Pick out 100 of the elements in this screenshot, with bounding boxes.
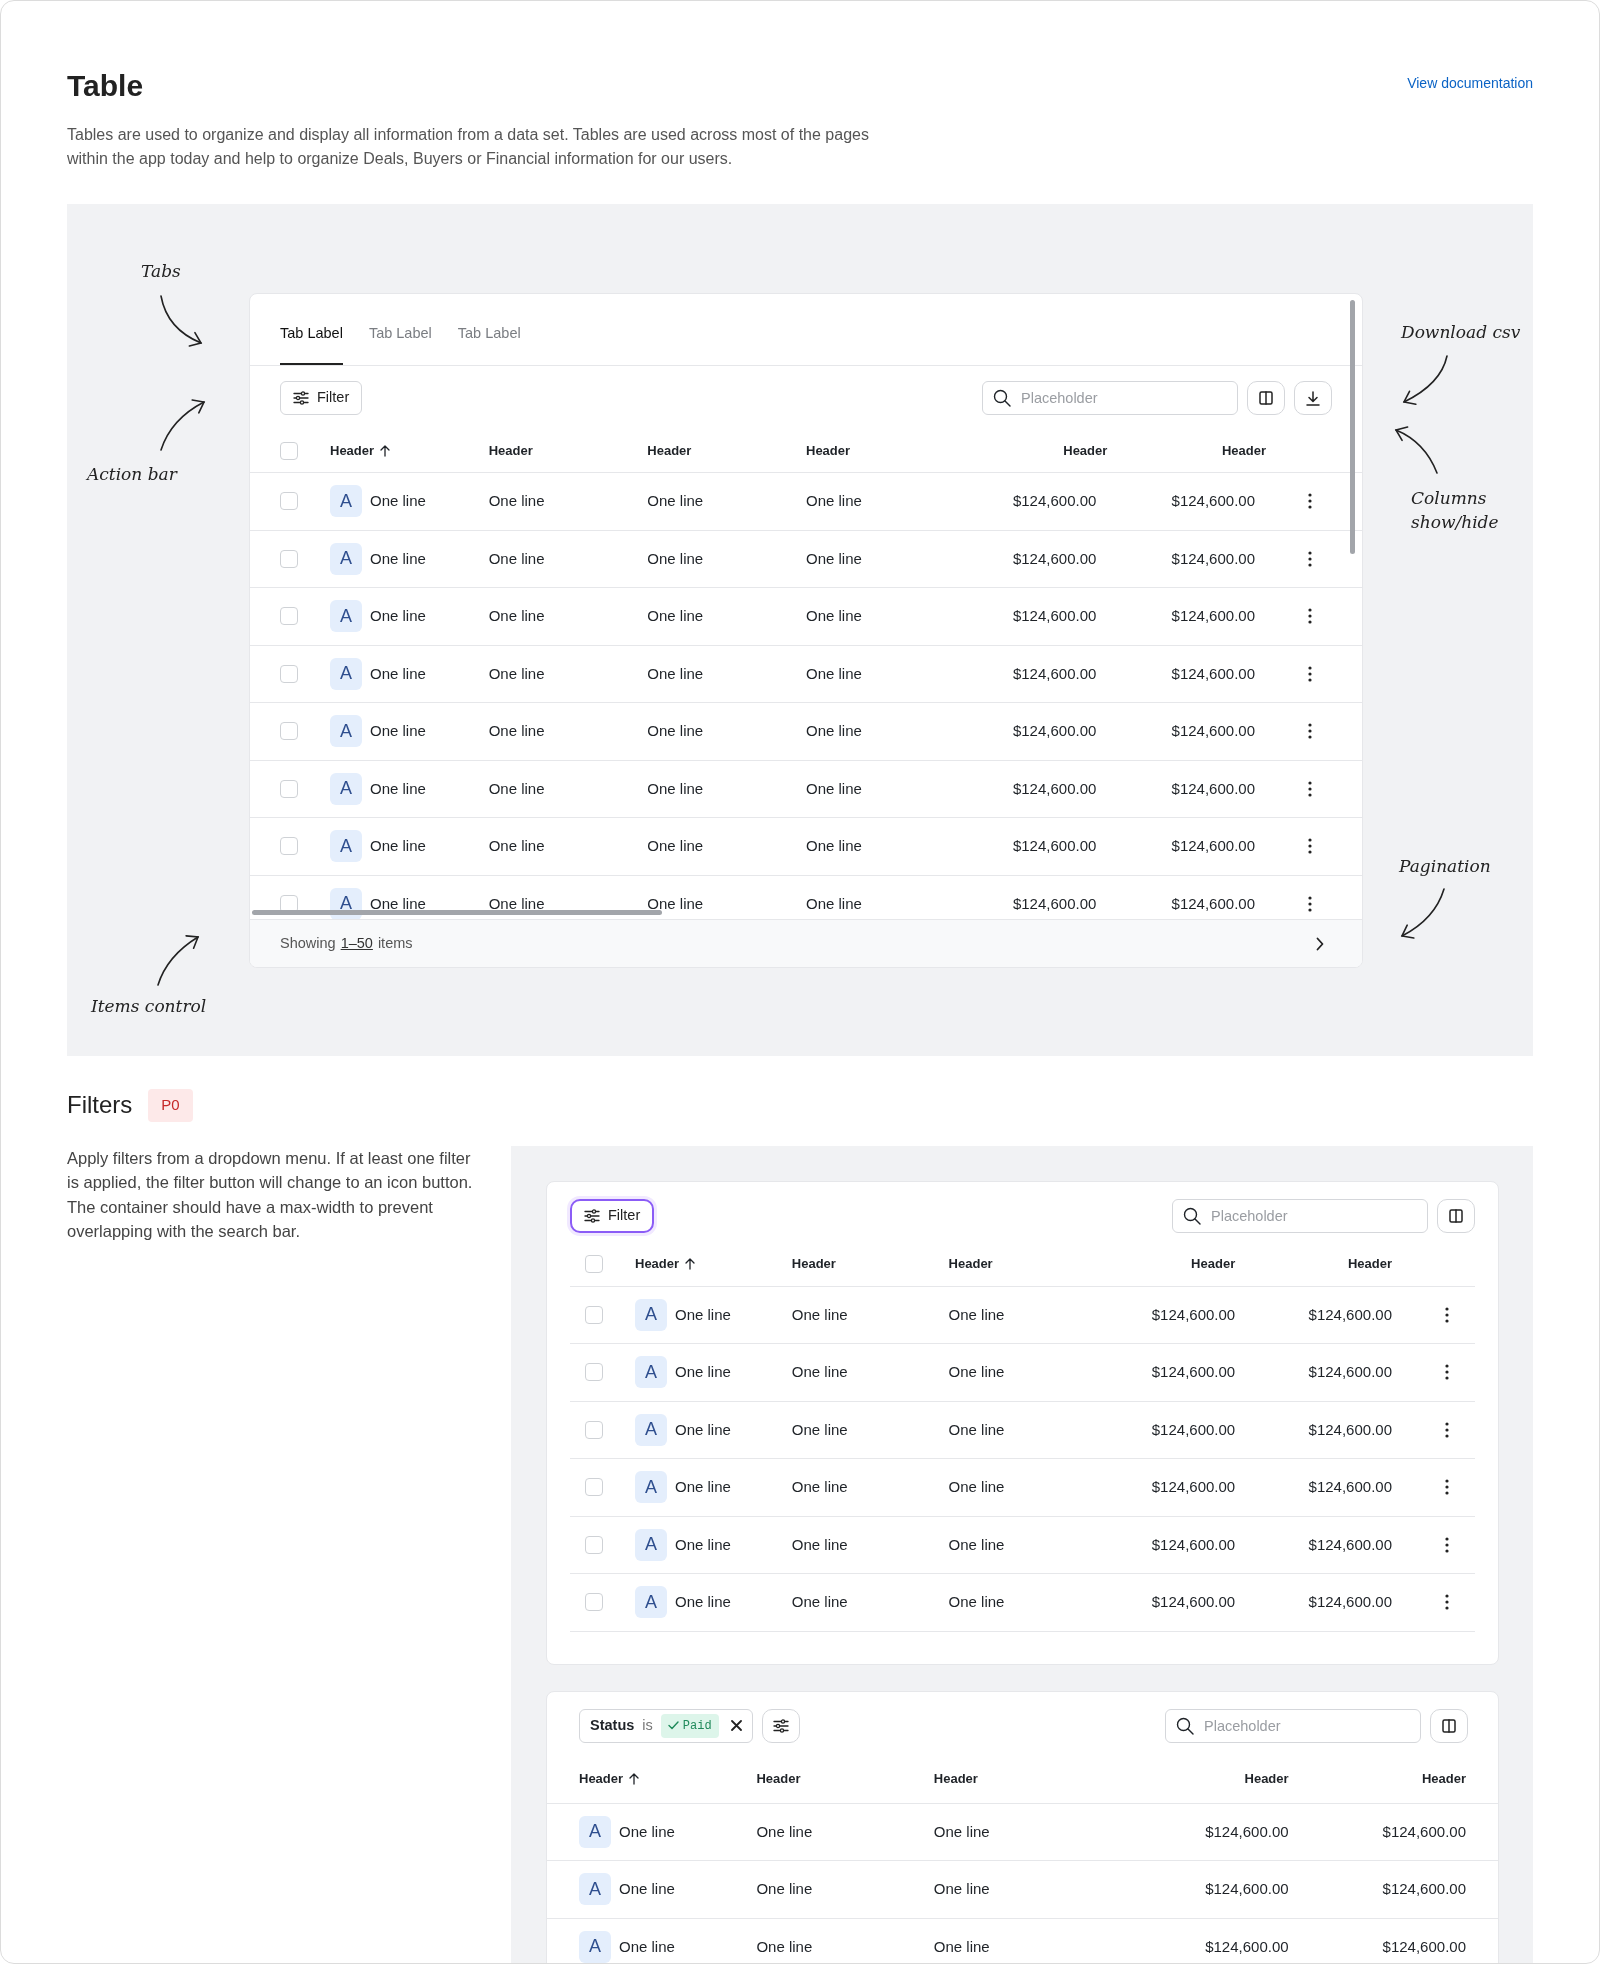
columns-button[interactable] (1247, 381, 1285, 415)
tab[interactable]: Tab Label (457, 323, 521, 365)
column-header[interactable]: Header (933, 1769, 978, 1789)
priority-badge: P0 (148, 1089, 193, 1122)
checkbox[interactable] (585, 1255, 603, 1273)
annotation: Pagination (1399, 855, 1492, 878)
checkbox[interactable] (585, 1420, 603, 1439)
table-cell-text: One line (647, 836, 704, 856)
checkbox[interactable] (280, 549, 298, 568)
scrollbar[interactable] (252, 910, 662, 915)
column-header[interactable]: Header (1191, 1254, 1236, 1274)
table-cell-text: $124,600.00 (1171, 893, 1255, 914)
table-cell-text: One line (370, 893, 426, 914)
table-cell-text: One line (756, 1821, 813, 1842)
checkbox[interactable] (280, 664, 298, 683)
avatar: A (579, 1873, 611, 1906)
table-cell-text: $124,600.00 (1012, 548, 1097, 569)
table-cell-text: One line (806, 778, 862, 799)
table-cell-text: $124,600.00 (1171, 721, 1255, 741)
table-cell-text: $124,600.00 (1151, 1304, 1236, 1325)
check-icon (667, 1721, 679, 1730)
checkbox[interactable] (280, 837, 298, 856)
page-title: Table (67, 68, 144, 104)
checkbox[interactable] (585, 1593, 603, 1612)
checkbox[interactable] (280, 779, 298, 798)
table-cell-text: $124,600.00 (1171, 606, 1255, 626)
checkbox[interactable] (585, 1535, 603, 1554)
column-header[interactable]: Header (1421, 1769, 1466, 1789)
annotation-arrow (1394, 426, 1438, 474)
sort-arrow-icon (380, 444, 391, 457)
sliders-icon (584, 1208, 600, 1223)
column-header[interactable]: Header (647, 440, 692, 461)
search-field[interactable]: Placeholder (982, 381, 1238, 415)
checkbox[interactable] (585, 1363, 603, 1382)
table-cell-text: One line (806, 548, 862, 569)
column-header[interactable]: Header (791, 1254, 836, 1274)
search-icon (1176, 1716, 1194, 1735)
avatar: A (635, 1586, 667, 1619)
table-cell-text: One line (488, 836, 545, 856)
tab[interactable]: Tab Label (280, 323, 343, 365)
search-field[interactable]: Placeholder (1172, 1198, 1428, 1233)
table-cell-text: $124,600.00 (1151, 1592, 1236, 1612)
table-cell-text: $124,600.00 (1171, 836, 1255, 856)
scrollbar[interactable] (1350, 300, 1355, 554)
table-cell-text: $124,600.00 (1171, 491, 1255, 511)
kebab-icon (1308, 493, 1312, 510)
table-cell-text: One line (948, 1304, 1005, 1325)
columns-button[interactable] (1430, 1708, 1468, 1743)
documentation-link[interactable]: View documentation (1407, 73, 1533, 94)
kebab-icon (1445, 1306, 1449, 1323)
table-cell-text: $124,600.00 (1205, 1821, 1289, 1842)
column-header[interactable]: Header (635, 1254, 680, 1274)
table-cell-text: One line (948, 1477, 1005, 1497)
columns-button[interactable] (1437, 1198, 1475, 1233)
search-icon (1183, 1206, 1201, 1225)
column-header[interactable]: Header (1244, 1769, 1289, 1789)
filter-button[interactable]: Filter (280, 381, 363, 415)
table-cell-text: One line (791, 1592, 848, 1612)
search-icon (993, 389, 1011, 407)
search-field[interactable]: Placeholder (1165, 1708, 1421, 1743)
checkbox[interactable] (280, 722, 298, 741)
filter-button[interactable] (761, 1708, 800, 1743)
checkbox[interactable] (585, 1478, 603, 1497)
table-cell-text: $124,600.00 (1012, 606, 1097, 626)
table-cell-text: One line (619, 1879, 675, 1899)
column-header[interactable]: Header (1221, 440, 1266, 461)
annotation-arrow (1402, 355, 1448, 406)
column-header[interactable]: Header (488, 440, 533, 461)
next-page-button[interactable] (1316, 936, 1324, 951)
table-cell-text: $124,600.00 (1205, 1936, 1289, 1957)
table-cell-text: One line (806, 606, 862, 626)
table-cell-text: One line (370, 548, 426, 569)
annotation-arrow (160, 295, 203, 347)
annotation: Tabs (141, 260, 182, 283)
table-cell-text: $124,600.00 (1382, 1936, 1466, 1957)
table-cell-text: $124,600.00 (1308, 1534, 1392, 1555)
items-text: items (377, 933, 413, 953)
table-cell-text: One line (370, 778, 426, 799)
column-header[interactable]: Header (1063, 440, 1108, 461)
column-header[interactable]: Header (330, 440, 375, 461)
column-header[interactable]: Header (948, 1254, 993, 1274)
checkbox[interactable] (280, 492, 298, 511)
checkbox[interactable] (585, 1305, 603, 1324)
table-cell-text: One line (675, 1304, 731, 1325)
column-header[interactable]: Header (756, 1769, 801, 1789)
checkbox[interactable] (280, 441, 298, 460)
table-cell-text: One line (675, 1477, 731, 1497)
download-button[interactable] (1294, 381, 1332, 415)
checkbox[interactable] (280, 607, 298, 626)
column-header[interactable]: Header (579, 1769, 624, 1789)
download-icon (1306, 390, 1320, 406)
table-cell-text: One line (647, 663, 704, 684)
tab[interactable]: Tab Label (368, 323, 432, 365)
filter-button[interactable]: Filter (570, 1198, 655, 1233)
kebab-icon (1308, 780, 1312, 797)
range-link[interactable]: 1–50 (340, 932, 373, 955)
column-header[interactable]: Header (806, 440, 851, 461)
section-description: Apply filters from a dropdown menu. If at least one filter is applied, the filter button will change to an icon button. The container should have a max-width to prevent overlapping with the search bar. (67, 1147, 474, 1242)
column-header[interactable]: Header (1347, 1254, 1392, 1274)
kebab-icon (1308, 838, 1312, 855)
